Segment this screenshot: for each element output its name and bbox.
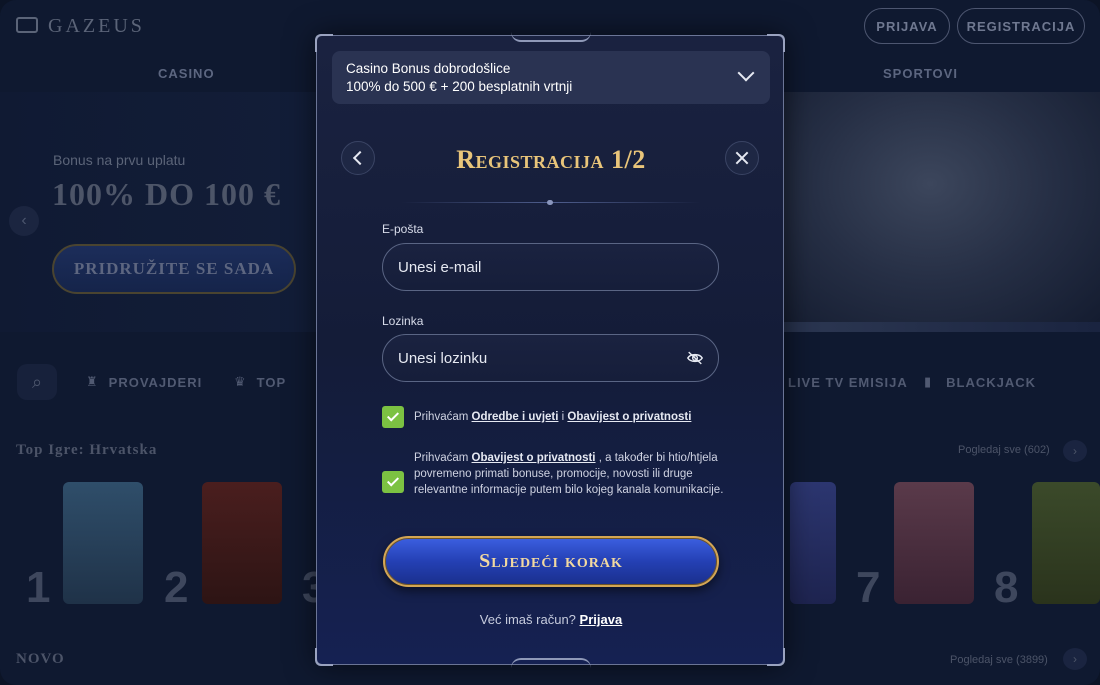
password-placeholder: Unesi lozinku xyxy=(398,349,488,367)
modal-title: Registracija 1/2 xyxy=(456,145,646,174)
email-label: E-pošta xyxy=(382,222,424,236)
corner-ornament xyxy=(315,648,333,666)
site-logo[interactable]: GAZEUS xyxy=(16,15,145,38)
providers-icon: ♜ xyxy=(86,374,99,389)
game-tile[interactable] xyxy=(894,482,974,604)
terms-checkbox[interactable] xyxy=(382,406,404,428)
consent-text: i xyxy=(561,411,565,423)
next-step-button[interactable]: Sljedeći korak xyxy=(383,536,719,587)
terms-consent-text: Prihvaćam Odredbe i uvjeti i Obavijest o… xyxy=(414,409,724,425)
section-new-title: NOVO xyxy=(16,651,65,667)
category-label: BLACKJACK xyxy=(946,374,1037,390)
nav-casino[interactable]: CASINO xyxy=(158,66,215,81)
corner-ornament xyxy=(315,34,333,52)
password-field[interactable]: Unesi lozinku xyxy=(382,334,719,382)
game-tile[interactable] xyxy=(1032,482,1100,604)
bonus-title: Casino Bonus dobrodošlice xyxy=(346,61,511,76)
category-providers[interactable]: ♜ PROVAJDERI xyxy=(86,368,202,396)
header-register-button[interactable]: REGISTRACIJA xyxy=(957,8,1085,44)
section-top-title: Top Igre: Hrvatska xyxy=(16,442,158,458)
hero-join-button[interactable]: PRIDRUŽITE SE SADA xyxy=(52,244,296,294)
category-top[interactable]: ♛ TOP xyxy=(234,368,286,396)
password-label: Lozinka xyxy=(382,314,424,328)
login-link[interactable]: Prijava xyxy=(580,612,623,627)
close-button[interactable] xyxy=(725,141,759,175)
category-label: TOP xyxy=(256,374,287,390)
top-icon: ♛ xyxy=(234,374,247,389)
hero-prev-icon[interactable]: ‹ xyxy=(9,206,39,236)
see-all-new-link[interactable]: Pogledaj sve (3899) xyxy=(950,654,1048,666)
category-blackjack[interactable]: ▮ BLACKJACK xyxy=(924,368,1036,396)
privacy-link[interactable]: Obavijest o privatnosti xyxy=(472,452,596,464)
search-icon[interactable]: ⌕ xyxy=(17,364,57,400)
hero-bonus-headline: 100% DO 100 € xyxy=(52,176,281,212)
login-prompt-text: Već imaš račun? xyxy=(479,612,576,627)
category-live-tv[interactable]: LIVE TV EMISIJA xyxy=(788,368,908,396)
blackjack-icon: ▮ xyxy=(924,374,933,389)
consent-text: Prihvaćam xyxy=(414,452,469,464)
email-placeholder: Unesi e-mail xyxy=(398,258,482,276)
hero-bonus-caption: Bonus na prvu uplatu xyxy=(53,152,186,168)
check-icon xyxy=(386,409,400,422)
registration-modal: Casino Bonus dobrodošlice 100% do 500 € … xyxy=(315,32,785,668)
game-tile[interactable] xyxy=(790,482,836,604)
game-rank: 8 xyxy=(994,563,1019,612)
login-prompt: Već imaš račun? Prijava xyxy=(317,612,785,627)
logo-icon xyxy=(16,17,38,33)
game-rank: 7 xyxy=(856,563,881,612)
logo-text: GAZEUS xyxy=(48,15,145,37)
divider-dot xyxy=(547,200,553,205)
hero-image xyxy=(760,92,1100,322)
bonus-dropdown[interactable]: Casino Bonus dobrodošlice 100% do 500 € … xyxy=(332,51,770,104)
nav-sport[interactable]: SPORTOVI xyxy=(883,66,958,81)
consent-text: Prihvaćam xyxy=(414,411,469,423)
game-rank: 1 xyxy=(26,563,51,612)
terms-link[interactable]: Odredbe i uvjeti xyxy=(472,411,559,423)
eye-off-icon[interactable] xyxy=(686,350,704,366)
marketing-checkbox[interactable] xyxy=(382,471,404,493)
chevron-right-icon[interactable]: › xyxy=(1063,440,1087,462)
category-label: LIVE TV EMISIJA xyxy=(788,374,908,390)
privacy-link[interactable]: Obavijest o privatnosti xyxy=(567,411,691,423)
game-tile[interactable] xyxy=(63,482,143,604)
check-icon xyxy=(386,474,400,487)
see-all-top-link[interactable]: Pogledaj sve (602) xyxy=(958,444,1050,456)
email-field[interactable]: Unesi e-mail xyxy=(382,243,719,291)
category-label: PROVAJDERI xyxy=(108,374,203,390)
top-ornament xyxy=(511,32,591,42)
bonus-subtitle: 100% do 500 € + 200 besplatnih vrtnji xyxy=(346,79,573,94)
chevron-right-icon[interactable]: › xyxy=(1063,648,1087,670)
header-login-button[interactable]: PRIJAVA xyxy=(864,8,950,44)
marketing-consent-text: Prihvaćam Obavijest o privatnosti , a ta… xyxy=(414,450,724,498)
bottom-ornament xyxy=(511,658,591,668)
game-tile[interactable] xyxy=(202,482,282,604)
close-icon xyxy=(735,151,749,165)
corner-ornament xyxy=(767,34,785,52)
game-rank: 2 xyxy=(164,563,189,612)
corner-ornament xyxy=(767,648,785,666)
